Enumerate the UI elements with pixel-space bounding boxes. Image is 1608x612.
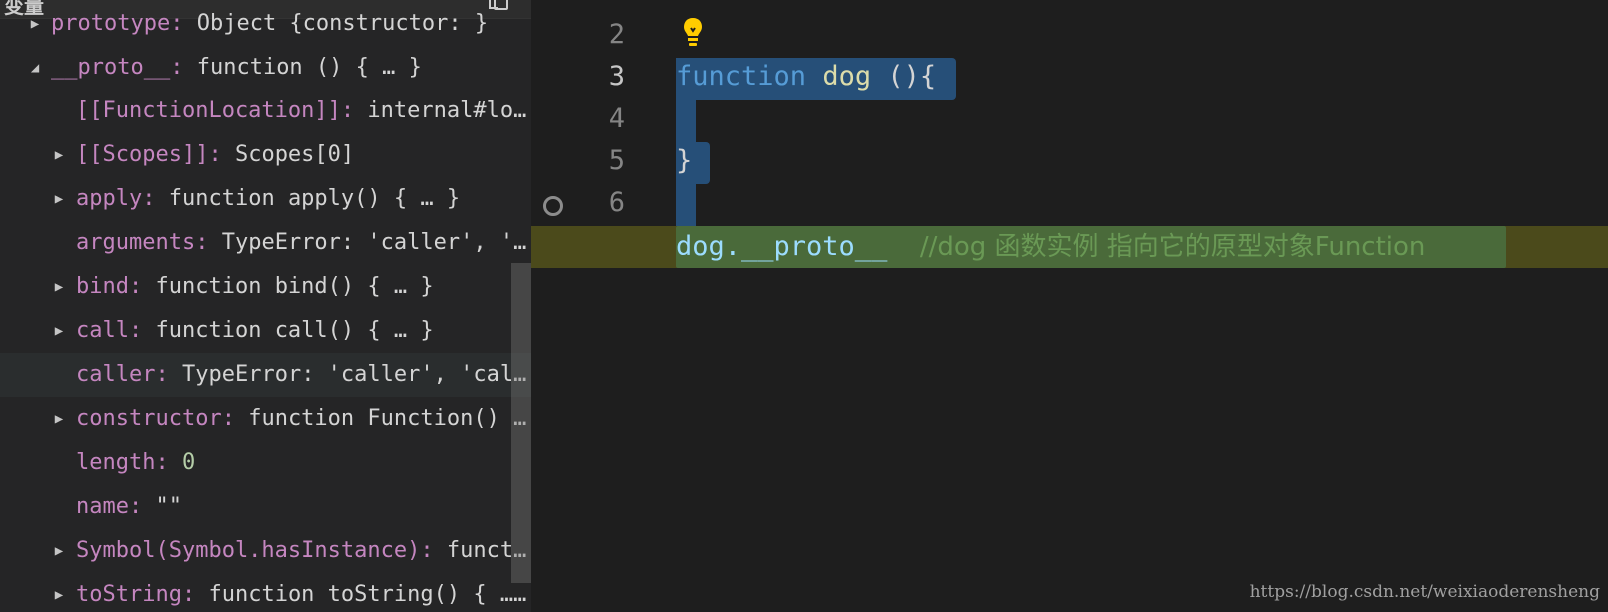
variable-key: __proto__: [51, 55, 171, 80]
variable-key: Symbol(Symbol.hasInstance): [76, 538, 421, 563]
code-expression: dog.__proto__: [676, 231, 888, 262]
variable-key: [[Scopes]]: [76, 142, 209, 167]
line-number: 3: [608, 61, 625, 92]
watermark: https://blog.csdn.net/weixiaoderensheng: [1249, 582, 1600, 602]
variable-key: prototype: [51, 11, 171, 36]
separator: :: [420, 538, 447, 563]
collapse-icon[interactable]: ◢: [28, 46, 42, 90]
variable-row-bind[interactable]: ▶ bind: function bind() { … }: [0, 265, 531, 309]
variable-row-call[interactable]: ▶ call: function call() { … }: [0, 309, 531, 353]
variable-value: internal#lo…: [367, 98, 527, 123]
expand-icon[interactable]: ▶: [52, 265, 66, 309]
variable-value: Object {constructor: }: [196, 11, 489, 36]
variable-key: length: [76, 450, 156, 475]
variables-panel: 变量 ▶ prototype: Object {constructor: } ◢…: [0, 0, 531, 612]
expand-icon[interactable]: ▶: [52, 529, 66, 573]
separator: :: [155, 362, 182, 387]
separator: :: [170, 11, 197, 36]
variable-value: "": [155, 494, 182, 519]
code-comment: //dog 函数实例 指向它的原型对象Function: [919, 232, 1426, 262]
variable-row-arguments[interactable]: arguments: TypeError: 'caller', '…: [0, 221, 531, 265]
variable-row-function-location[interactable]: [[FunctionLocation]]: internal#lo…: [0, 89, 531, 133]
keyword-function: function: [676, 61, 807, 92]
expand-icon[interactable]: ▶: [52, 573, 66, 612]
separator: :: [128, 274, 156, 299]
separator: :: [221, 406, 249, 431]
variable-row-has-instance[interactable]: ▶ Symbol(Symbol.hasInstance): funct…: [0, 529, 531, 573]
expand-icon[interactable]: ▶: [52, 397, 66, 441]
selection-line-6: [676, 184, 696, 226]
separator: :: [155, 450, 182, 475]
variable-row-length[interactable]: length: 0: [0, 441, 531, 485]
line-number: 5: [608, 145, 625, 176]
variable-row-prototype[interactable]: ▶ prototype: Object {constructor: }: [0, 2, 531, 46]
variable-key: name: [76, 494, 129, 519]
variable-row-proto[interactable]: ◢ __proto__: function () { … }: [0, 46, 531, 90]
separator: :: [170, 55, 197, 80]
code-line-3: function dog (){: [676, 56, 936, 98]
code-line-5: }: [676, 140, 692, 182]
variable-key: call: [76, 318, 129, 343]
code-editor[interactable]: 2 3 4 5 6 7 function dog (){ } dog.__pro…: [531, 0, 1608, 612]
expand-icon[interactable]: ▶: [52, 177, 66, 221]
variable-value: 0: [181, 450, 196, 475]
separator: :: [128, 494, 156, 519]
variable-row-apply[interactable]: ▶ apply: function apply() { … }: [0, 177, 531, 221]
variable-key: arguments: [76, 230, 196, 255]
line-number: 4: [608, 103, 625, 134]
code-punctuation: (){: [871, 61, 937, 92]
variable-key: bind: [76, 274, 129, 299]
variable-value: function () { … }: [196, 55, 422, 80]
separator: :: [181, 582, 209, 607]
closing-brace: }: [676, 145, 693, 176]
separator: :: [208, 142, 235, 167]
variable-row-tostring[interactable]: ▶ toString: function toString() { ……: [0, 573, 531, 612]
variable-key: apply: [76, 186, 143, 211]
variable-key: caller: [76, 362, 156, 387]
selection-line-4: [676, 100, 696, 142]
variable-value: function toString() { ……: [208, 582, 527, 607]
expand-icon[interactable]: ▶: [52, 309, 66, 353]
expand-icon[interactable]: ▶: [28, 2, 42, 46]
code-line-7: dog.__proto__ //dog 函数实例 指向它的原型对象Functio…: [676, 226, 1425, 268]
variable-row-caller[interactable]: caller: TypeError: 'caller', 'cal…: [0, 353, 531, 397]
variable-key: constructor: [76, 406, 222, 431]
variable-value: function call() { … }: [155, 318, 434, 343]
separator: :: [142, 186, 169, 211]
variable-value: function bind() { … }: [155, 274, 434, 299]
breakpoint-hollow-icon[interactable]: [543, 196, 563, 216]
variable-value: function apply() { … }: [168, 186, 461, 211]
variable-value: TypeError: 'caller', 'cal…: [181, 362, 527, 387]
variable-row-name[interactable]: name: "": [0, 485, 531, 529]
line-number: 2: [608, 19, 625, 50]
separator: :: [195, 230, 222, 255]
variable-value: Scopes[0]: [234, 142, 355, 167]
lightbulb-icon[interactable]: [681, 16, 705, 48]
variable-value: function Function() …: [248, 406, 527, 431]
variable-row-scopes[interactable]: ▶ [[Scopes]]: Scopes[0]: [0, 133, 531, 177]
variable-key: [[FunctionLocation]]: [76, 98, 341, 123]
variable-value: TypeError: 'caller', '…: [221, 230, 527, 255]
variable-row-constructor[interactable]: ▶ constructor: function Function() …: [0, 397, 531, 441]
variable-key: toString: [76, 582, 182, 607]
variables-scrollbar[interactable]: [511, 263, 531, 583]
expand-icon[interactable]: ▶: [52, 133, 66, 177]
separator: :: [340, 98, 368, 123]
function-name: dog: [822, 61, 872, 92]
separator: :: [128, 318, 156, 343]
